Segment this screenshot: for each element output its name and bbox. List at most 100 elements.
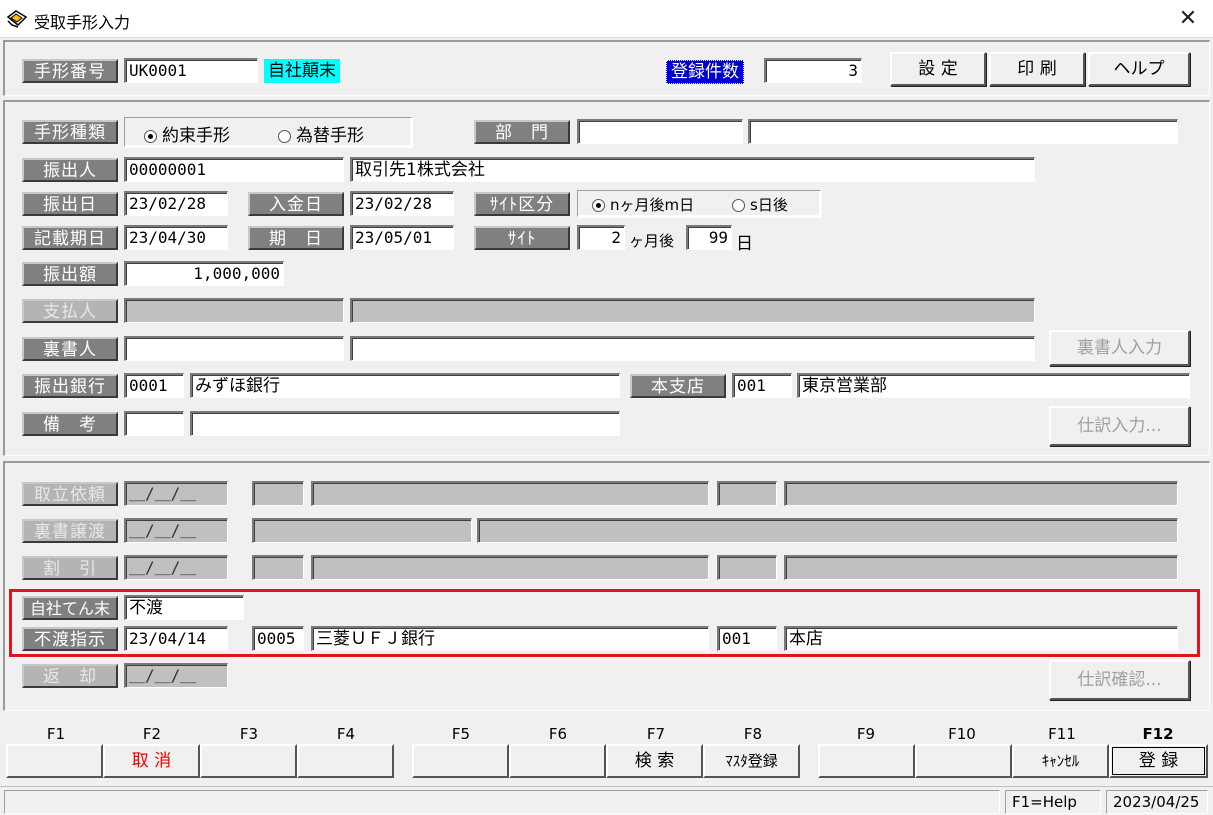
title-bar: 受取手形入力 ✕ [0, 0, 1213, 38]
transfer-label: 裏書譲渡 [22, 519, 118, 543]
f9-button[interactable] [818, 744, 915, 778]
journal-input-button[interactable]: 仕訳入力... [1049, 406, 1190, 446]
entry-date-label: 記載期日 [22, 226, 118, 250]
print-button[interactable]: 印 刷 [989, 52, 1085, 86]
fkey-label-f4: F4 [336, 725, 356, 743]
f5-button[interactable] [412, 744, 509, 778]
site-type-label: ｻｲﾄ区分 [474, 192, 570, 216]
bill-no-label: 手形番号 [22, 59, 118, 83]
amount-label: 振出額 [22, 262, 118, 286]
fkey-label-f2: F2 [142, 725, 162, 743]
count-label: 登録件数 [666, 60, 744, 84]
site-label: ｻｲﾄ [474, 226, 570, 250]
branch-label: 本支店 [630, 374, 726, 398]
endorser-name-field[interactable] [350, 336, 1035, 361]
f8-master-register-button[interactable]: ﾏｽﾀ登録 [703, 744, 800, 778]
dept-code-field[interactable] [577, 119, 743, 144]
f4-button[interactable] [297, 744, 394, 778]
f2-cancel-entry-button[interactable]: 取 消 [103, 744, 200, 778]
radio-s-days[interactable]: s日後 [732, 194, 788, 215]
payer-label: 支払人 [22, 299, 118, 323]
collect-date-field: ＿/＿/＿ [124, 481, 228, 506]
f10-button[interactable] [915, 744, 1012, 778]
amount-field[interactable]: 1,000,000 [124, 261, 284, 286]
fkey-label-f7: F7 [646, 725, 666, 743]
f7-search-button[interactable]: 検 索 [606, 744, 703, 778]
dept-label: 部 門 [474, 120, 570, 144]
site-days-unit: 日 [736, 234, 753, 254]
count-field: 3 [764, 58, 862, 83]
status-help: F1=Help [1005, 790, 1101, 814]
issue-date-field[interactable]: 23/02/28 [124, 191, 228, 216]
discount-branch-code [717, 555, 777, 580]
close-icon[interactable]: ✕ [1168, 3, 1208, 35]
fkey-label-f5: F5 [451, 725, 471, 743]
endorser-input-button[interactable]: 裏書人入力 [1049, 330, 1190, 366]
fkey-label-f6: F6 [548, 725, 568, 743]
site-months-field[interactable]: 2 [577, 225, 625, 250]
fkey-label-f10: F10 [948, 725, 976, 743]
memo-text-field[interactable] [190, 411, 620, 436]
endorser-code-field[interactable] [124, 336, 344, 361]
drawer-code-field[interactable]: 00000001 [124, 157, 344, 182]
fkey-label-f9: F9 [856, 725, 876, 743]
f3-button[interactable] [200, 744, 297, 778]
drawer-label: 振出人 [22, 158, 118, 182]
fkey-label-f1: F1 [46, 725, 66, 743]
entry-date-field[interactable]: 23/04/30 [124, 225, 228, 250]
status-date: 2023/04/25 [1106, 790, 1208, 814]
window-title: 受取手形入力 [34, 13, 131, 32]
endorser-label: 裏書人 [22, 337, 118, 361]
f11-cancel-button[interactable]: ｷｬﾝｾﾙ [1012, 744, 1109, 778]
bill-no-field[interactable]: UK0001 [124, 58, 258, 83]
memo-label: 備 考 [22, 412, 118, 436]
memo-code-field[interactable] [124, 411, 184, 436]
collect-bank-code [252, 481, 304, 506]
due-date-label: 期 日 [248, 226, 344, 250]
radio-dot-icon [144, 129, 157, 143]
dept-name-field[interactable] [748, 119, 1178, 144]
radio-promissory-note[interactable]: 約束手形 [144, 121, 230, 146]
status-tag: 自社顛末 [264, 59, 340, 83]
payer-name-field [350, 298, 1035, 323]
radio-n-months[interactable]: nヶ月後m日 [592, 194, 694, 215]
drawer-name-field[interactable]: 取引先1株式会社 [350, 157, 1035, 182]
bill-type-label: 手形種類 [22, 120, 118, 144]
return-date-field: ＿/＿/＿ [124, 663, 228, 688]
due-date-field[interactable]: 23/05/01 [350, 225, 454, 250]
branch-name-field[interactable]: 東京営業部 [797, 373, 1190, 398]
site-months-unit: ヶ月後 [629, 232, 675, 250]
payer-code-field [124, 298, 344, 323]
branch-code-field[interactable]: 001 [732, 373, 792, 398]
fkey-label-f3: F3 [239, 725, 259, 743]
bank-label: 振出銀行 [22, 374, 118, 398]
transfer-name-field [477, 518, 1178, 543]
help-button[interactable]: ヘルプ [1088, 52, 1190, 86]
site-days-field[interactable]: 99 [686, 225, 732, 250]
fkey-label-f8: F8 [743, 725, 763, 743]
discount-bank-name [311, 555, 709, 580]
f1-button[interactable] [6, 744, 103, 778]
fkey-label-f11: F11 [1048, 725, 1076, 743]
bank-code-field[interactable]: 0001 [124, 373, 184, 398]
radio-dot-icon [732, 199, 745, 212]
transfer-code-field [252, 518, 472, 543]
radio-bill-of-exchange[interactable]: 為替手形 [278, 121, 364, 146]
status-message [4, 790, 1000, 814]
receipt-date-label: 入金日 [248, 192, 344, 216]
collect-branch-name [784, 481, 1178, 506]
journal-check-button[interactable]: 仕訳確認... [1049, 660, 1190, 700]
f12-register-button[interactable]: 登 録 [1109, 744, 1208, 778]
transfer-date-field: ＿/＿/＿ [124, 518, 228, 543]
collect-bank-name [311, 481, 709, 506]
radio-dot-icon [592, 199, 605, 212]
discount-label: 割 引 [22, 556, 118, 580]
highlight-box [9, 589, 1200, 657]
discount-date-field: ＿/＿/＿ [124, 555, 228, 580]
settings-button[interactable]: 設 定 [890, 52, 986, 86]
f6-button[interactable] [509, 744, 606, 778]
receipt-date-field[interactable]: 23/02/28 [350, 191, 454, 216]
bank-name-field[interactable]: みずほ銀行 [190, 373, 620, 398]
collect-label: 取立依頼 [22, 482, 118, 506]
return-label: 返 却 [22, 664, 118, 688]
